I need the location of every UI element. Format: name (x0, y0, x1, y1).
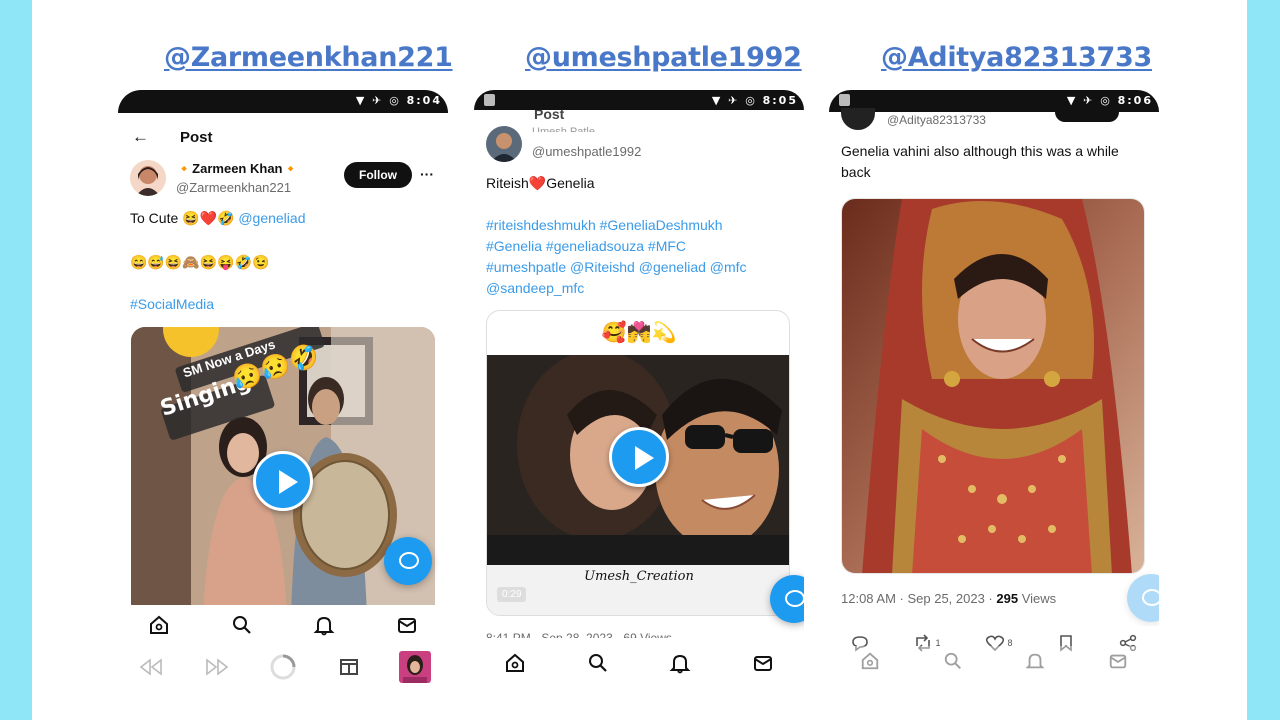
tweet-text-line1: Riteish❤️Genelia (486, 175, 595, 191)
username: @Zarmeenkhan221 (176, 180, 292, 195)
thumbnail-avatar[interactable] (398, 651, 432, 683)
tweet-text-line1: To Cute 😆❤️🤣 (130, 210, 235, 226)
handle-link-2[interactable]: @umeshpatle1992 (525, 42, 802, 73)
avatar[interactable] (130, 160, 166, 196)
phone-screenshot-2: Post ▼ ✈ ◎ 8:05 Umesh Patle @umeshpatle1… (474, 90, 804, 720)
back-arrow-icon[interactable]: ← (132, 126, 149, 147)
tweet-text-line: back (841, 164, 871, 180)
home-icon[interactable] (498, 648, 532, 678)
bottom-nav (474, 643, 804, 683)
username: @Aditya82313733 (887, 113, 986, 127)
collage-canvas: @Zarmeenkhan221 @umeshpatle1992 @Aditya8… (32, 0, 1247, 720)
tweet-timestamp: 8:41 PM · Sep 28, 2023 · 69 Views (486, 631, 672, 638)
bell-icon[interactable] (1018, 646, 1052, 676)
tweet-image[interactable] (841, 198, 1145, 574)
bottom-nav (118, 605, 448, 645)
search-icon[interactable] (936, 646, 970, 676)
status-icons: ▼ ✈ ◎ 8:06 (1066, 94, 1153, 107)
rewind-icon[interactable] (134, 652, 168, 682)
hashtag-block: #riteishdeshmukh #GeneliaDeshmukh #Genel… (486, 215, 747, 299)
status-bar: ▼ ✈ ◎ 8:04 (118, 90, 448, 113)
page-title: Post (180, 129, 213, 146)
search-icon[interactable] (581, 648, 615, 678)
tweet-video[interactable]: 🥰💏💫 Umesh_Creation 0:29 (486, 310, 790, 616)
compose-fab-button[interactable] (1127, 574, 1159, 622)
more-options-icon[interactable]: ··· (420, 164, 434, 185)
mail-icon[interactable] (1101, 646, 1135, 676)
mail-icon[interactable] (390, 610, 424, 640)
views-label: Views (1018, 591, 1057, 606)
hashtag-line[interactable]: #Genelia #geneliadsouza #MFC (486, 236, 747, 257)
follow-button-clipped[interactable] (1055, 110, 1119, 122)
tweet-time-date: 12:08 AM · Sep 25, 2023 · (841, 591, 997, 606)
tweet-text: To Cute 😆❤️🤣 @geneliad (130, 208, 305, 229)
username: @umeshpatle1992 (532, 144, 642, 159)
home-icon[interactable] (142, 610, 176, 640)
hashtag-line[interactable]: #riteishdeshmukh #GeneliaDeshmukh (486, 215, 747, 236)
mention-link[interactable]: @geneliad (238, 210, 305, 226)
window-icon[interactable] (332, 652, 366, 682)
phone-screenshot-3: ▼ ✈ ◎ 8:06 @Aditya82313733 Genelia vahin… (829, 90, 1159, 720)
play-button[interactable] (609, 427, 669, 487)
bell-icon[interactable] (307, 610, 341, 640)
status-icons: ▼ ✈ ◎ 8:04 (355, 94, 442, 107)
bottom-nav (829, 646, 1159, 676)
tweet-timestamp: 12:08 AM · Sep 25, 2023 · 295 Views (841, 588, 1056, 609)
media-control-bar (118, 647, 448, 687)
hashtag-line[interactable]: #umeshpatle @Riteishd @geneliad @mfc (486, 257, 747, 278)
status-icons: ▼ ✈ ◎ 8:05 (711, 94, 798, 107)
mail-icon[interactable] (746, 648, 780, 678)
display-name: Umesh Patle (532, 126, 595, 132)
bride-photo-art (842, 199, 1144, 573)
display-name: 🔸Zarmeen Khan🔸 (176, 161, 299, 176)
video-duration: 0:29 (497, 587, 527, 602)
notification-icon (484, 94, 495, 106)
play-button[interactable] (253, 451, 313, 511)
video-watermark: Umesh_Creation (584, 569, 694, 584)
notification-icon (839, 94, 850, 106)
compose-fab-button[interactable] (384, 537, 432, 585)
avatar[interactable] (486, 126, 522, 162)
forward-icon[interactable] (200, 652, 234, 682)
handle-link-3[interactable]: @Aditya82313733 (881, 42, 1152, 73)
status-bar: ▼ ✈ ◎ 8:05 (474, 90, 804, 110)
avatar[interactable] (841, 108, 875, 130)
hashtag-link[interactable]: #SocialMedia (130, 294, 214, 315)
home-icon[interactable] (853, 646, 887, 676)
handle-link-1[interactable]: @Zarmeenkhan221 (164, 42, 453, 73)
status-bar: ▼ ✈ ◎ 8:06 (829, 90, 1159, 112)
tweet-emoji-line: 😄😅😆🙈😆😝🤣😉 (130, 254, 270, 270)
search-icon[interactable] (225, 610, 259, 640)
tweet-text-line: Genelia vahini also although this was a … (841, 143, 1119, 159)
loading-spinner-icon (266, 652, 300, 682)
tweet-text: Genelia vahini also although this was a … (841, 141, 1119, 183)
hashtag-line[interactable]: @sandeep_mfc (486, 278, 747, 299)
views-count: 295 (996, 591, 1019, 606)
bell-icon[interactable] (663, 648, 697, 678)
video-header-emoji: 🥰💏💫 (601, 322, 677, 344)
phone-screenshot-1: ▼ ✈ ◎ 8:04 ← Post 🔸Zarmeen Khan🔸 @Zarmee… (118, 90, 448, 720)
follow-button[interactable]: Follow (344, 162, 412, 188)
